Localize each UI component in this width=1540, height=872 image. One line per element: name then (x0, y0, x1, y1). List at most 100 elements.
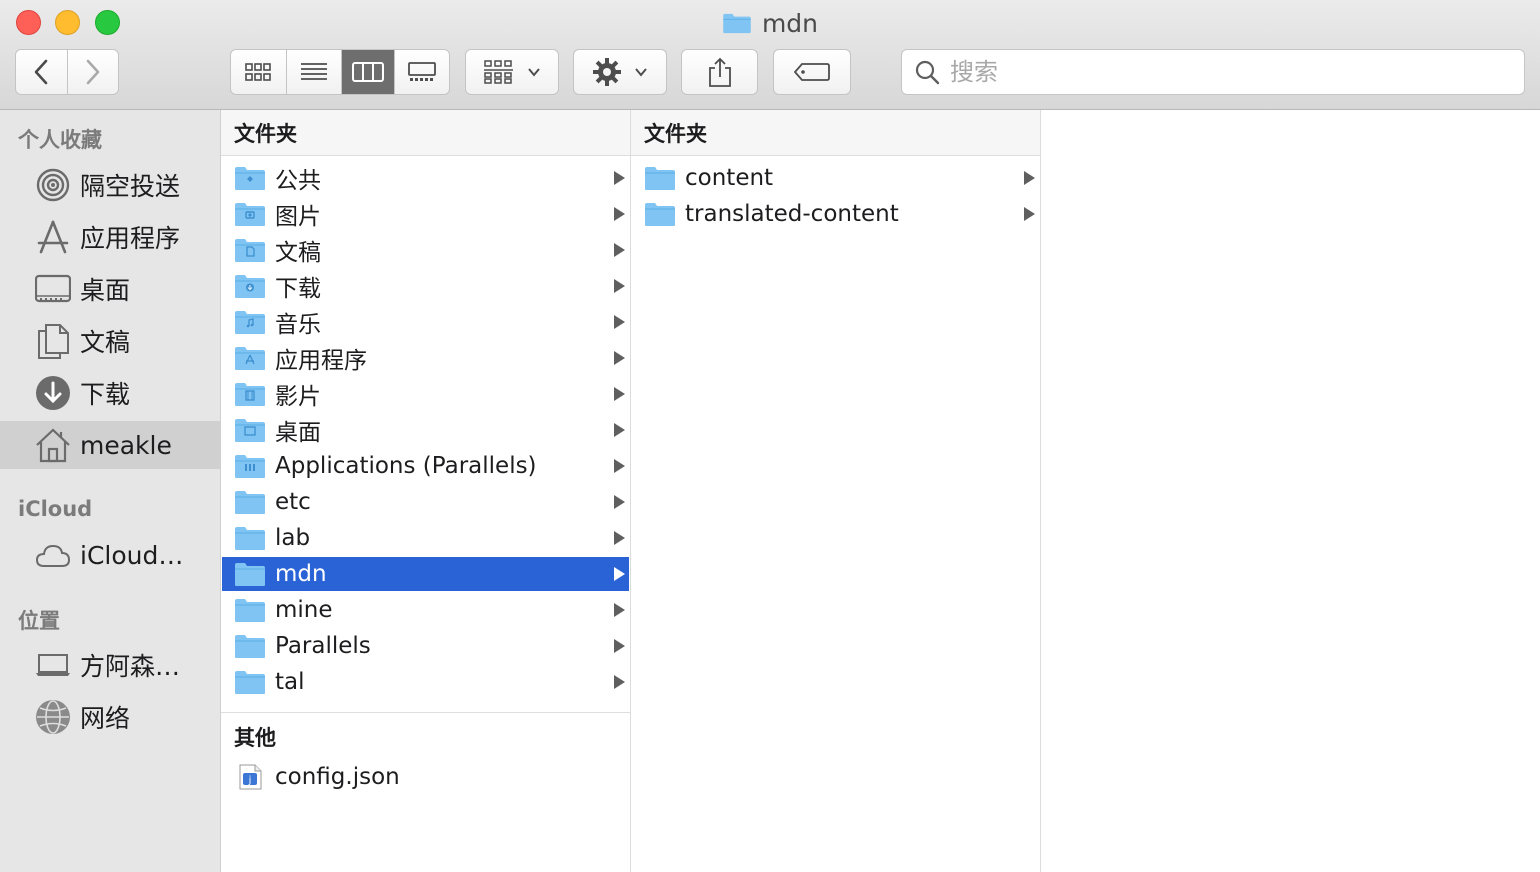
folder-name: content (685, 165, 774, 191)
tag-button[interactable] (773, 49, 851, 95)
folder-icon (235, 599, 265, 622)
back-button[interactable] (16, 50, 68, 94)
sidebar-section-icloud: iCloud (18, 497, 93, 521)
sidebar-item-home[interactable]: meakle (0, 421, 220, 469)
folder-row[interactable]: Parallels (222, 629, 629, 663)
sidebar-item-applications[interactable]: 应用程序 (0, 213, 220, 261)
folder-name: 桌面 (275, 420, 321, 446)
section-divider (221, 712, 630, 713)
folder-icon (645, 167, 675, 190)
folder-row[interactable]: tal (222, 665, 629, 699)
list-view-button[interactable] (287, 50, 342, 94)
forward-button[interactable] (68, 50, 119, 94)
disclosure-arrow-icon (614, 567, 625, 581)
sidebar-item-downloads[interactable]: 下载 (0, 369, 220, 417)
column-view-button[interactable] (341, 50, 396, 94)
search-field[interactable] (901, 49, 1525, 95)
folder-row[interactable]: translated-content (632, 197, 1039, 231)
action-button[interactable] (573, 49, 667, 95)
network-icon (36, 700, 70, 734)
sidebar-item-label: meakle (80, 430, 172, 460)
file-row[interactable]: j config.json (222, 760, 629, 794)
airdrop-icon (36, 168, 70, 202)
folder-name: 图片 (275, 204, 321, 230)
folder-row[interactable]: 下载 (222, 269, 629, 303)
folder-row[interactable]: Applications (Parallels) (222, 449, 629, 483)
sidebar-item-documents[interactable]: 文稿 (0, 317, 220, 365)
sidebar-section-favorites: 个人收藏 (18, 128, 102, 152)
disclosure-arrow-icon (614, 495, 625, 509)
disclosure-arrow-icon (614, 207, 625, 221)
folder-row[interactable]: lab (222, 521, 629, 555)
disclosure-arrow-icon (614, 423, 625, 437)
folder-name: 应用程序 (275, 348, 367, 374)
chevron-down-icon (635, 68, 647, 77)
gallery-view-button[interactable] (395, 50, 449, 94)
sidebar-item-airdrop[interactable]: 隔空投送 (0, 161, 220, 209)
pictures-folder-icon (235, 203, 265, 226)
sidebar-item-desktop[interactable]: 桌面 (0, 265, 220, 313)
folder-row[interactable]: content (632, 161, 1039, 195)
navigation-buttons (15, 49, 119, 95)
json-file-icon: j (239, 764, 262, 790)
folder-name: translated-content (685, 201, 899, 227)
sidebar-item-this-mac[interactable]: 方阿森… (0, 641, 220, 689)
file-name: config.json (275, 764, 400, 790)
folder-row[interactable]: 应用程序 (222, 341, 629, 375)
home-icon (36, 428, 70, 463)
folder-row[interactable]: mdn (222, 557, 629, 591)
folder-row[interactable]: 音乐 (222, 305, 629, 339)
sidebar-item-label: 方阿森… (80, 652, 181, 681)
folder-icon (235, 563, 265, 586)
share-button[interactable] (681, 49, 758, 95)
folder-row[interactable]: 桌面 (222, 413, 629, 447)
disclosure-arrow-icon (614, 639, 625, 653)
view-mode-control (230, 49, 450, 95)
gallery-view-icon (408, 62, 437, 81)
folder-name: Applications (Parallels) (275, 453, 537, 479)
tag-icon (794, 63, 830, 81)
sidebar-item-label: 文稿 (80, 328, 131, 357)
share-icon (708, 57, 731, 87)
folder-name: etc (275, 489, 311, 515)
folder-row[interactable]: 影片 (222, 377, 629, 411)
folder-icon (723, 13, 751, 34)
folder-name: tal (275, 669, 305, 695)
search-icon (915, 60, 940, 85)
documents-folder-icon (235, 239, 265, 262)
sidebar-item-label: 桌面 (80, 276, 131, 305)
downloads-icon (36, 376, 70, 410)
disclosure-arrow-icon (614, 351, 625, 365)
folder-name: 影片 (275, 384, 321, 410)
sidebar-item-network[interactable]: 网络 (0, 693, 220, 741)
group-button[interactable] (465, 49, 559, 95)
folder-row[interactable]: 图片 (222, 197, 629, 231)
disclosure-arrow-icon (614, 675, 625, 689)
folder-icon (235, 635, 265, 658)
disclosure-arrow-icon (614, 603, 625, 617)
disclosure-arrow-icon (1024, 207, 1035, 221)
disclosure-arrow-icon (614, 387, 625, 401)
icon-view-button[interactable] (231, 50, 287, 94)
sidebar-item-label: 隔空投送 (80, 172, 181, 201)
folder-row[interactable]: 文稿 (222, 233, 629, 267)
column-header-other: 其他 (234, 726, 276, 750)
folder-icon (235, 491, 265, 514)
folder-name: mine (275, 597, 333, 623)
folder-row[interactable]: etc (222, 485, 629, 519)
folder-name: mdn (275, 561, 327, 587)
public-folder-icon (235, 167, 265, 190)
folder-row[interactable]: mine (222, 593, 629, 627)
folder-row[interactable]: 公共 (222, 161, 629, 195)
sidebar-item-label: iCloud… (80, 540, 184, 570)
search-input[interactable] (950, 58, 1510, 86)
sidebar-item-icloud-drive[interactable]: iCloud… (0, 531, 220, 579)
disclosure-arrow-icon (614, 171, 625, 185)
sidebar-item-label: 应用程序 (80, 224, 181, 253)
gear-icon (593, 58, 621, 86)
folder-name: 文稿 (275, 240, 321, 266)
icon-view-icon (245, 63, 272, 81)
folder-name: 公共 (275, 168, 321, 194)
svg-text:j: j (248, 775, 252, 786)
window-toolbar: mdn (0, 0, 1540, 110)
